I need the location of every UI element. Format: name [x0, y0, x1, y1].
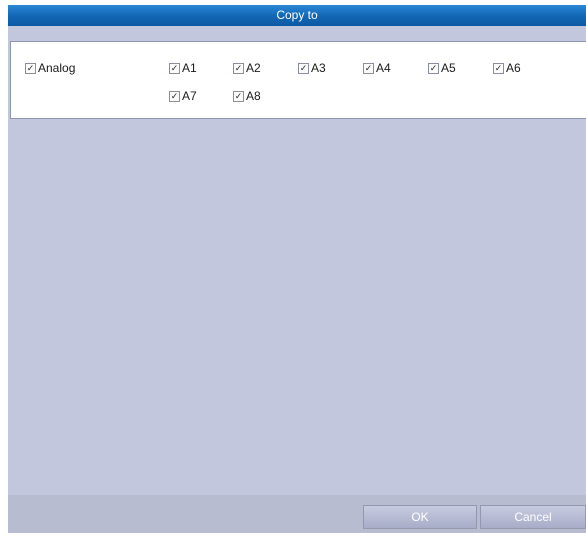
- channel-checkbox-a1[interactable]: ✓ A1: [169, 61, 197, 75]
- channel-label: A4: [376, 61, 391, 75]
- channel-checkbox-a2[interactable]: ✓ A2: [233, 61, 261, 75]
- channel-label: A2: [246, 61, 261, 75]
- check-icon: ✓: [298, 62, 309, 74]
- check-icon: ✓: [169, 62, 180, 74]
- ok-button[interactable]: OK: [363, 505, 477, 529]
- check-icon: ✓: [169, 90, 180, 102]
- channel-panel: ✓ Analog ✓ A1 ✓ A2 ✓ A3 ✓ A4 ✓ A5 ✓ A6 ✓: [10, 41, 586, 119]
- dialog-title: Copy to: [8, 5, 586, 26]
- channel-checkbox-a7[interactable]: ✓ A7: [169, 89, 197, 103]
- check-icon: ✓: [233, 62, 244, 74]
- check-icon: ✓: [493, 62, 504, 74]
- check-icon: ✓: [233, 90, 244, 102]
- channel-label: A8: [246, 89, 261, 103]
- channel-checkbox-a3[interactable]: ✓ A3: [298, 61, 326, 75]
- check-icon: ✓: [25, 62, 36, 74]
- cancel-button[interactable]: Cancel: [480, 505, 586, 529]
- channel-checkbox-a4[interactable]: ✓ A4: [363, 61, 391, 75]
- channel-label: A7: [182, 89, 197, 103]
- channel-label: A1: [182, 61, 197, 75]
- analog-checkbox[interactable]: ✓ Analog: [25, 61, 75, 75]
- check-icon: ✓: [363, 62, 374, 74]
- copy-to-dialog: Copy to ✓ Analog ✓ A1 ✓ A2 ✓ A3 ✓ A4 ✓ A…: [8, 5, 586, 533]
- channel-checkbox-a8[interactable]: ✓ A8: [233, 89, 261, 103]
- check-icon: ✓: [428, 62, 439, 74]
- channel-checkbox-a5[interactable]: ✓ A5: [428, 61, 456, 75]
- channel-checkbox-a6[interactable]: ✓ A6: [493, 61, 521, 75]
- analog-label: Analog: [38, 61, 76, 75]
- channel-label: A3: [311, 61, 326, 75]
- channel-label: A5: [441, 61, 456, 75]
- channel-label: A6: [506, 61, 521, 75]
